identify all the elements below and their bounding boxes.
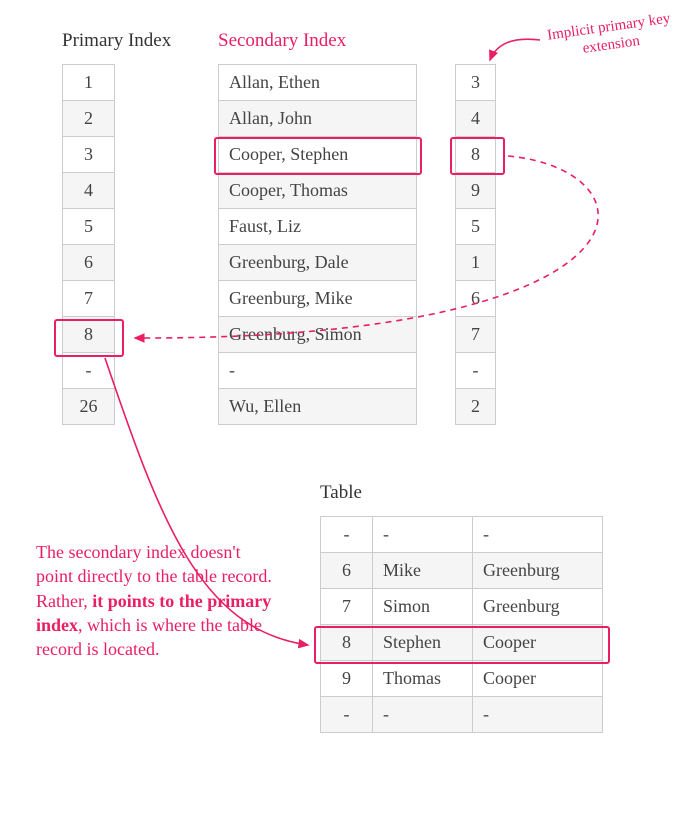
table-cell-last: - (473, 697, 603, 733)
secondary-index-key-cell: 1 (456, 245, 496, 281)
secondary-index-name-cell: Faust, Liz (219, 209, 417, 245)
table-cell-first: Mike (373, 553, 473, 589)
secondary-index-key-cell: 6 (456, 281, 496, 317)
secondary-index-key-cell: 7 (456, 317, 496, 353)
secondary-index-names-table: Allan, Ethen Allan, John Cooper, Stephen… (218, 64, 417, 425)
table-cell-first: Simon (373, 589, 473, 625)
table-cell-first: - (373, 697, 473, 733)
data-table: - - - 6 Mike Greenburg 7 Simon Greenburg… (320, 516, 603, 733)
table-cell-id: 9 (321, 661, 373, 697)
primary-index-cell: 7 (63, 281, 115, 317)
table-header: Table (320, 482, 362, 504)
secondary-index-name-cell: Cooper, Stephen (219, 137, 417, 173)
secondary-index-key-cell: 8 (456, 137, 496, 173)
primary-index-cell: 4 (63, 173, 115, 209)
secondary-index-name-cell: Greenburg, Simon (219, 317, 417, 353)
secondary-index-keys-table: 3 4 8 9 5 1 6 7 - 2 (455, 64, 496, 425)
primary-index-cell: 5 (63, 209, 115, 245)
table-cell-id: - (321, 517, 373, 553)
secondary-index-header: Secondary Index (218, 30, 346, 52)
secondary-index-name-cell: Greenburg, Dale (219, 245, 417, 281)
table-cell-id: 6 (321, 553, 373, 589)
secondary-index-key-cell: 4 (456, 101, 496, 137)
table-cell-last: - (473, 517, 603, 553)
table-cell-last: Greenburg (473, 553, 603, 589)
arrow-implicit-to-column (490, 39, 540, 60)
primary-index-table: 1 2 3 4 5 6 7 8 - 26 (62, 64, 115, 425)
primary-index-cell: - (63, 353, 115, 389)
secondary-index-key-cell: 9 (456, 173, 496, 209)
table-cell-first: - (373, 517, 473, 553)
table-cell-last: Cooper (473, 625, 603, 661)
primary-index-header: Primary Index (62, 30, 171, 52)
primary-index-cell: 6 (63, 245, 115, 281)
secondary-index-name-cell: Allan, John (219, 101, 417, 137)
primary-index-cell: 1 (63, 65, 115, 101)
table-cell-first: Thomas (373, 661, 473, 697)
secondary-index-key-cell: 3 (456, 65, 496, 101)
primary-index-cell: 3 (63, 137, 115, 173)
implicit-key-annotation: Implicit primary key extension (538, 8, 682, 63)
primary-index-cell: 2 (63, 101, 115, 137)
table-cell-first: Stephen (373, 625, 473, 661)
secondary-index-name-cell: Greenburg, Mike (219, 281, 417, 317)
table-cell-last: Cooper (473, 661, 603, 697)
secondary-index-name-cell: Cooper, Thomas (219, 173, 417, 209)
table-cell-id: - (321, 697, 373, 733)
secondary-index-key-cell: 2 (456, 389, 496, 425)
secondary-index-key-cell: 5 (456, 209, 496, 245)
secondary-index-name-cell: Allan, Ethen (219, 65, 417, 101)
primary-index-cell: 26 (63, 389, 115, 425)
primary-index-cell: 8 (63, 317, 115, 353)
table-cell-id: 8 (321, 625, 373, 661)
explanation-annotation: The secondary index doesn't point direct… (36, 540, 276, 661)
table-cell-last: Greenburg (473, 589, 603, 625)
secondary-index-key-cell: - (456, 353, 496, 389)
table-cell-id: 7 (321, 589, 373, 625)
secondary-index-name-cell: Wu, Ellen (219, 389, 417, 425)
secondary-index-name-cell: - (219, 353, 417, 389)
